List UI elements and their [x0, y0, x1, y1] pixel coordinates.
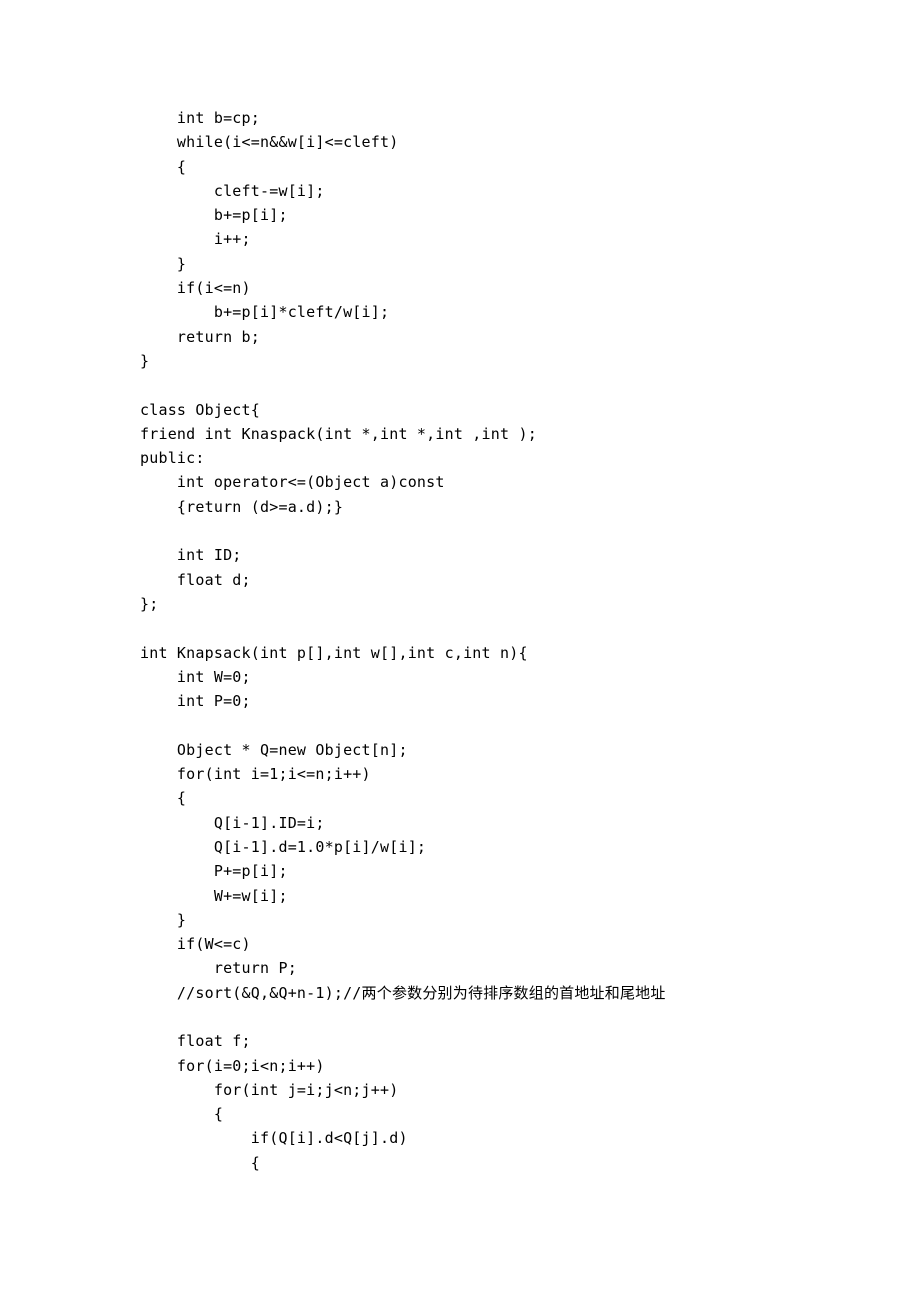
document-page: int b=cp; while(i<=n&&w[i]<=cleft) { cle…	[0, 0, 920, 1302]
code-block: int b=cp; while(i<=n&&w[i]<=cleft) { cle…	[140, 106, 920, 1175]
